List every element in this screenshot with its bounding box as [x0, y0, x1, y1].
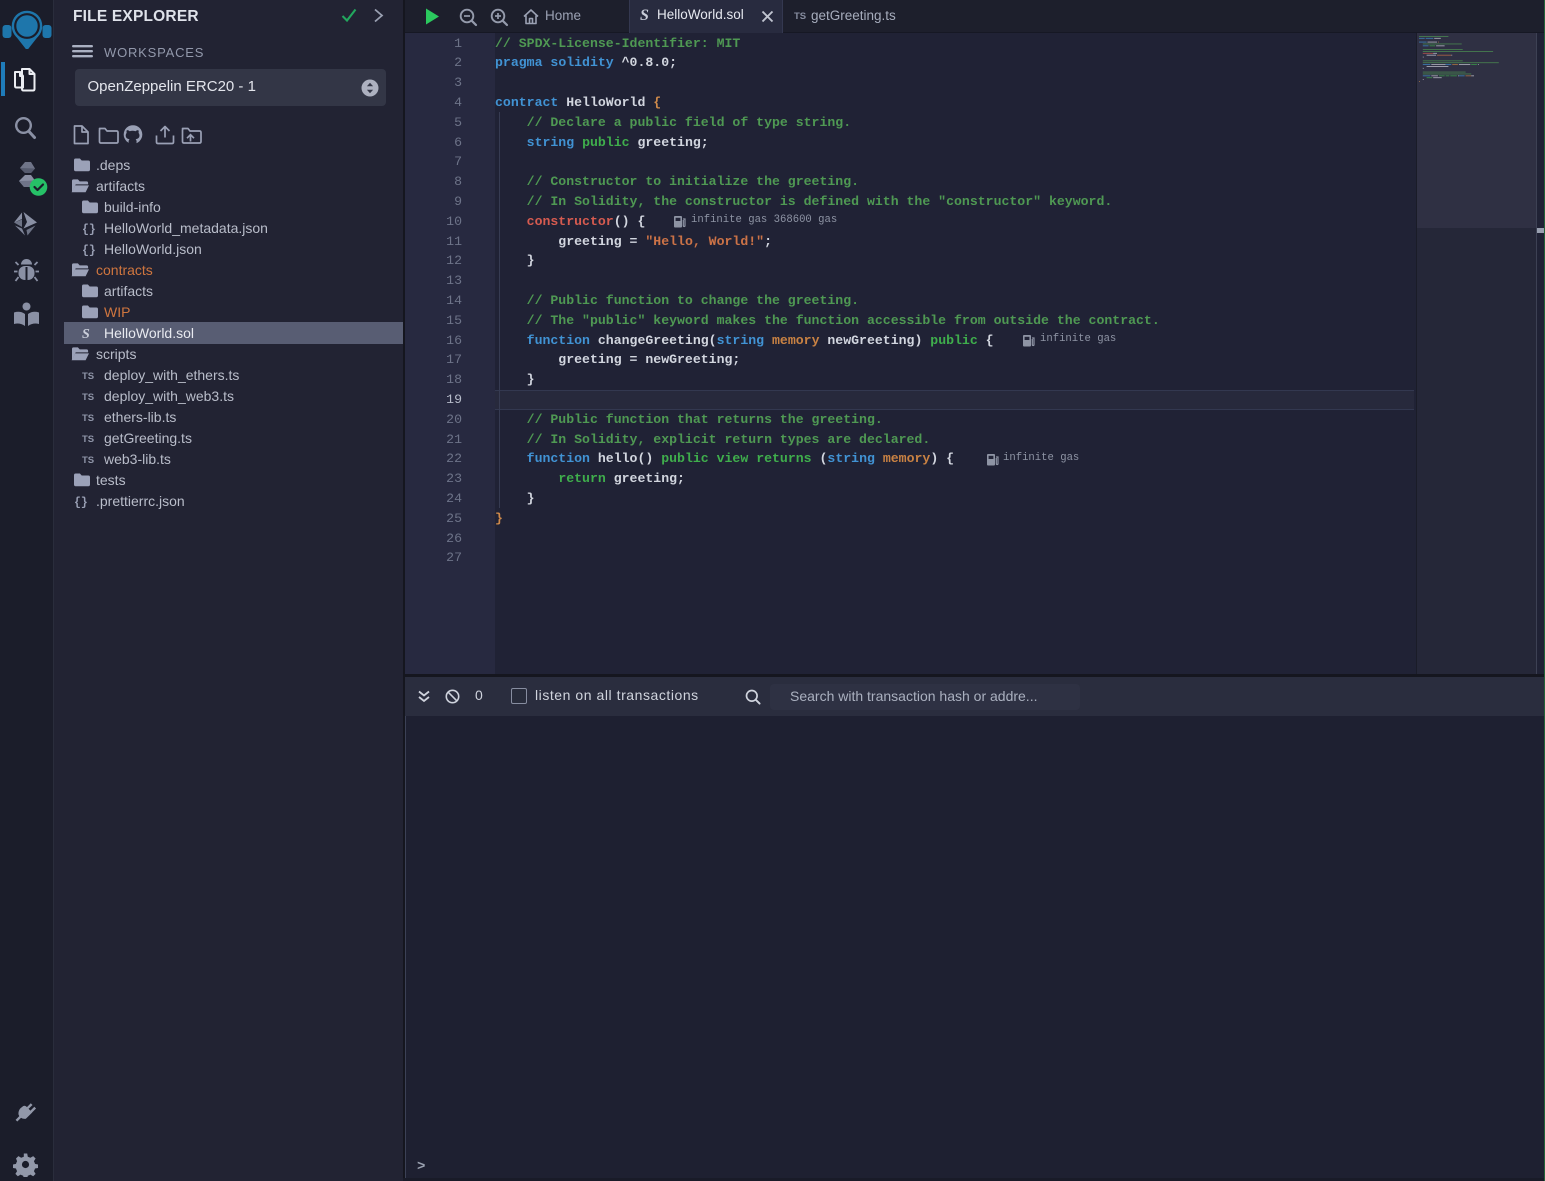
svg-text:{}: {} [82, 224, 96, 237]
svg-text:TS: TS [82, 455, 94, 466]
svg-text:TS: TS [82, 371, 94, 382]
svg-text:TS: TS [82, 392, 94, 403]
svg-text:TS: TS [82, 413, 94, 424]
svg-text:TS: TS [82, 434, 94, 445]
svg-text:{}: {} [82, 245, 96, 258]
svg-text:S: S [82, 327, 90, 342]
svg-text:{}: {} [74, 497, 88, 510]
